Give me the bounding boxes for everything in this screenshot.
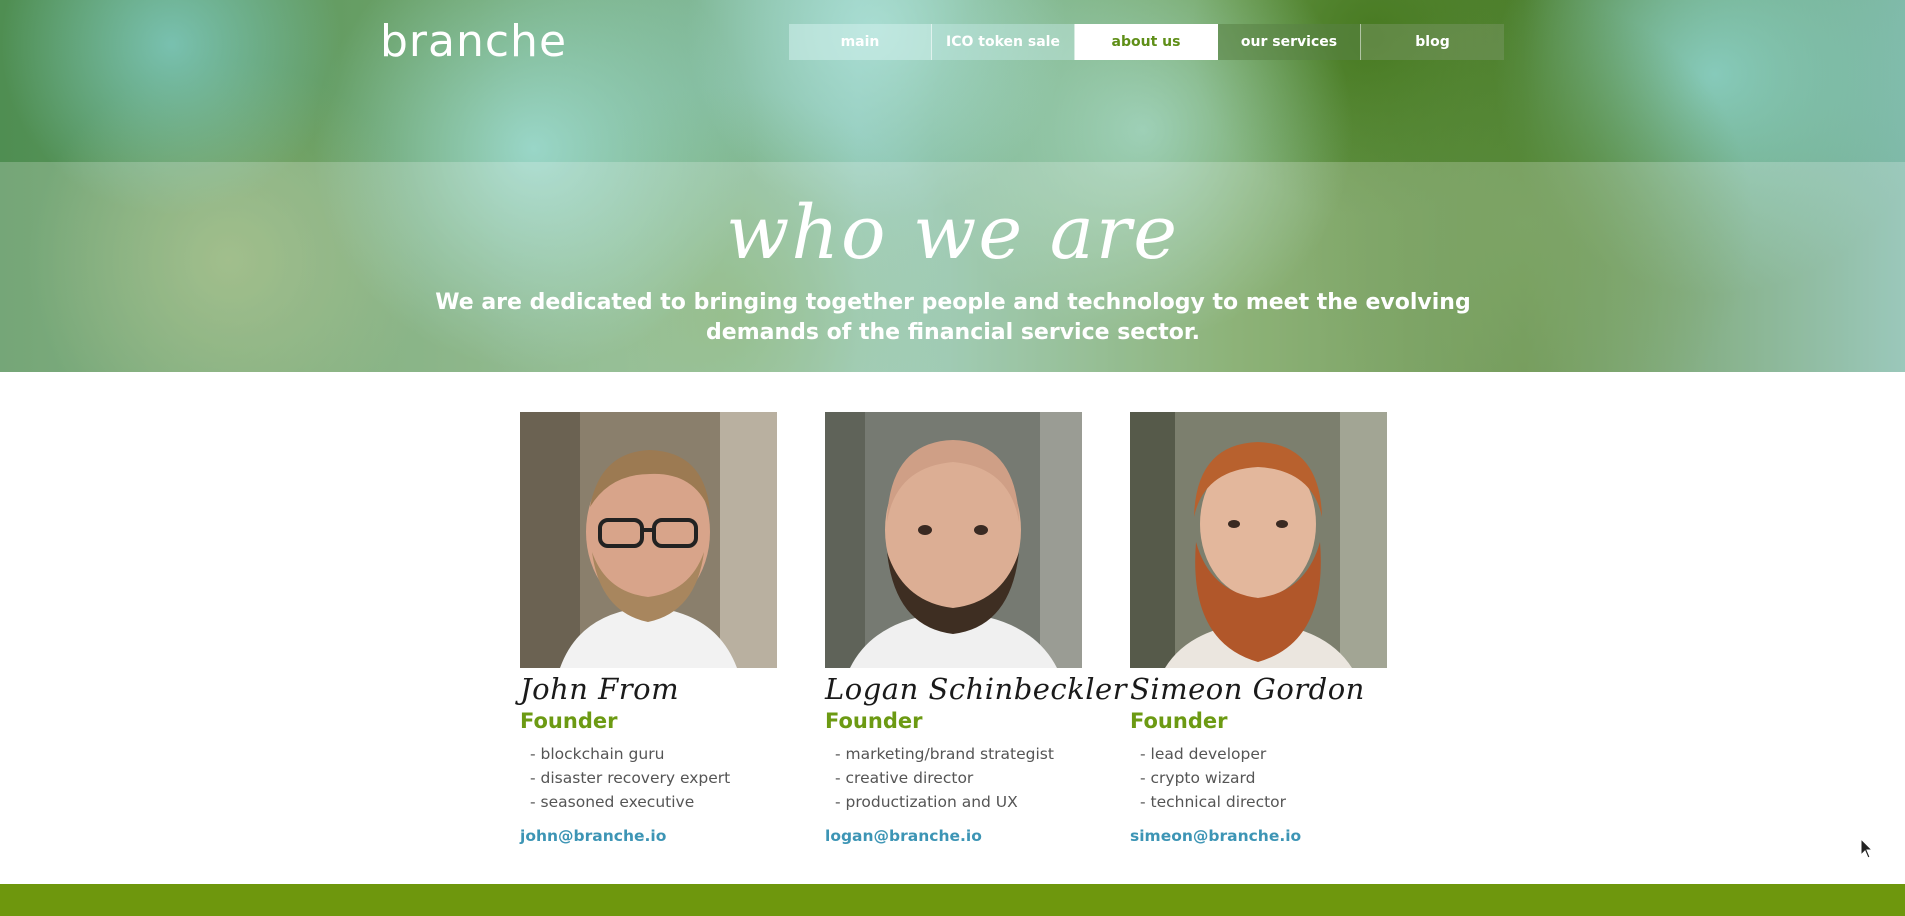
list-item: - creative director <box>835 769 974 787</box>
list-item: - productization and UX <box>835 793 1018 811</box>
member-role: Founder <box>520 709 618 733</box>
hero-banner: branche main ICO token sale about us our… <box>0 0 1905 372</box>
mouse-cursor-icon <box>1860 838 1874 859</box>
list-item: - marketing/brand strategist <box>835 745 1054 763</box>
list-item: - technical director <box>1140 793 1287 811</box>
list-item: - disaster recovery expert <box>530 769 731 787</box>
member-photo <box>520 412 777 668</box>
team-section: John From Founder - blockchain guru - di… <box>520 412 1387 846</box>
member-photo <box>1130 412 1387 668</box>
nav-item-main[interactable]: main <box>789 24 932 60</box>
team-member-card: John From Founder - blockchain guru - di… <box>520 412 777 846</box>
member-name: Logan Schinbeckler <box>825 672 1128 706</box>
main-nav: main ICO token sale about us our service… <box>789 24 1504 60</box>
hero-subtitle: We are dedicated to bringing together pe… <box>435 290 1471 345</box>
nav-item-about-us[interactable]: about us <box>1075 24 1218 60</box>
list-item: - crypto wizard <box>1140 769 1256 787</box>
team-member-card: Simeon Gordon Founder - lead developer -… <box>1130 412 1387 846</box>
member-bullets: - blockchain guru - disaster recovery ex… <box>530 742 777 814</box>
member-bullets: - marketing/brand strategist - creative … <box>835 742 1082 814</box>
member-name: Simeon Gordon <box>1130 672 1365 706</box>
member-role: Founder <box>825 709 923 733</box>
member-email-link[interactable]: logan@branche.io <box>825 826 1082 846</box>
member-photo <box>825 412 1082 668</box>
nav-item-our-services[interactable]: our services <box>1218 24 1361 60</box>
footer-bar <box>0 884 1905 916</box>
nav-item-ico-token-sale[interactable]: ICO token sale <box>932 24 1075 60</box>
nav-item-blog[interactable]: blog <box>1361 24 1504 60</box>
list-item: - lead developer <box>1140 745 1267 763</box>
member-role: Founder <box>1130 709 1228 733</box>
team-member-card: Logan Schinbeckler Founder - marketing/b… <box>825 412 1128 846</box>
member-email-link[interactable]: simeon@branche.io <box>1130 826 1387 846</box>
list-item: - seasoned executive <box>530 793 695 811</box>
member-name: John From <box>520 672 680 706</box>
page-title: who we are <box>725 190 1179 276</box>
member-bullets: - lead developer - crypto wizard - techn… <box>1140 742 1387 814</box>
list-item: - blockchain guru <box>530 745 665 763</box>
member-email-link[interactable]: john@branche.io <box>520 826 777 846</box>
branche-logo[interactable]: branche <box>380 18 566 66</box>
